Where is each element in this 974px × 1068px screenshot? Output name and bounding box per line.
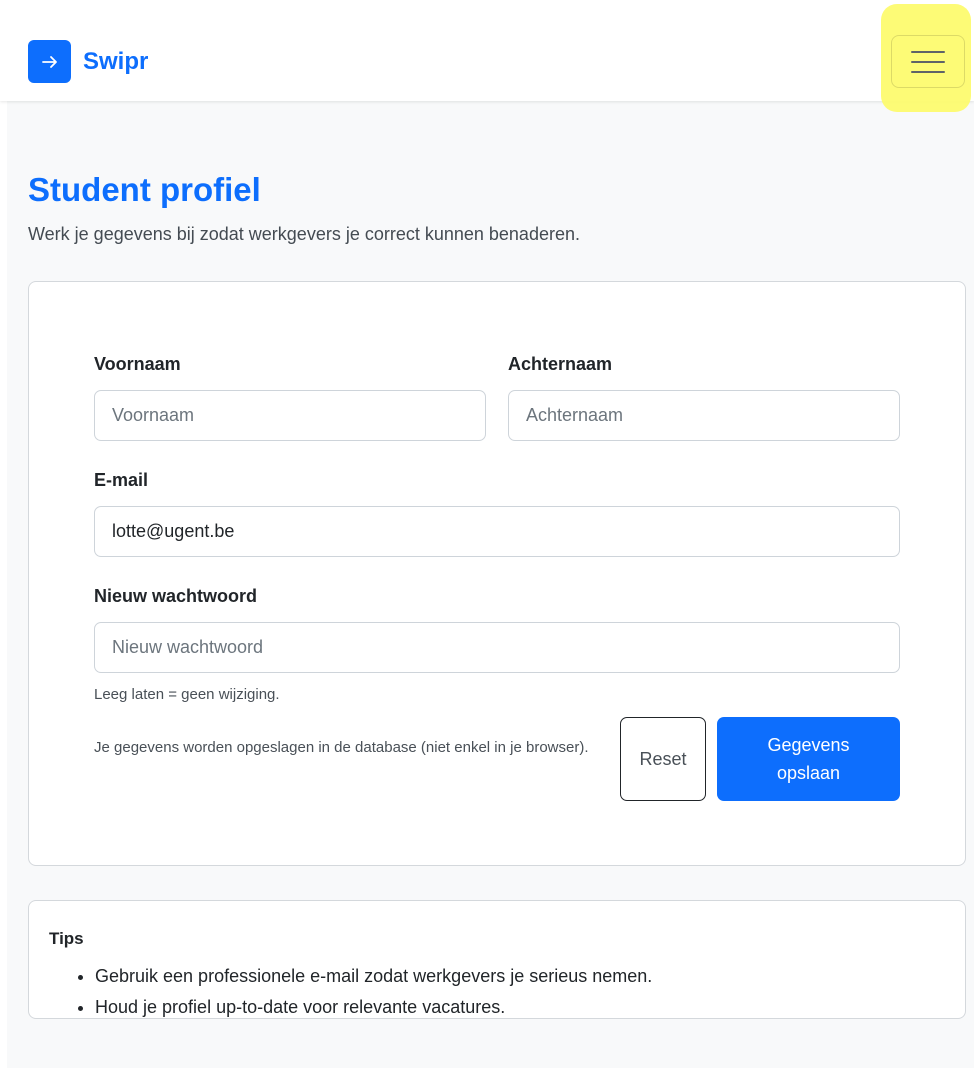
tips-title: Tips <box>49 929 84 948</box>
email-input[interactable] <box>94 506 900 557</box>
list-item: Houd je profiel up-to-date voor relevant… <box>95 992 652 1023</box>
tips-card: Tips Gebruik een professionele e-mail zo… <box>28 900 966 1019</box>
tips-list: Gebruik een professionele e-mail zodat w… <box>49 961 652 1023</box>
new-password-input[interactable] <box>94 622 900 673</box>
brand-link[interactable]: Swipr <box>28 40 148 83</box>
page-title: Student profiel <box>28 171 261 208</box>
brand-name: Swipr <box>83 47 149 75</box>
first-name-label: Voornaam <box>94 354 181 374</box>
profile-form-card: Voornaam Achternaam E-mail Nieuw wachtwo… <box>28 281 966 866</box>
top-navbar: Swipr <box>0 0 974 112</box>
reset-button[interactable]: Reset <box>620 717 706 801</box>
save-button[interactable]: Gegevens opslaan <box>717 717 900 801</box>
password-help-text: Leeg laten = geen wijziging. <box>94 686 280 703</box>
main-content: Student profiel Werk je gegevens bij zod… <box>7 101 974 1068</box>
last-name-label: Achternaam <box>508 354 613 374</box>
email-label: E-mail <box>94 470 149 490</box>
hamburger-menu-icon <box>911 50 945 74</box>
page-subtitle: Werk je gegevens bij zodat werkgevers je… <box>28 224 580 244</box>
menu-toggle-button[interactable] <box>891 35 965 88</box>
last-name-input[interactable] <box>508 390 900 441</box>
new-password-label: Nieuw wachtwoord <box>94 586 258 606</box>
arrow-right-icon <box>28 40 71 83</box>
list-item: Gebruik een professionele e-mail zodat w… <box>95 961 652 992</box>
save-note: Je gegevens worden opgeslagen in de data… <box>94 739 589 756</box>
first-name-input[interactable] <box>94 390 486 441</box>
